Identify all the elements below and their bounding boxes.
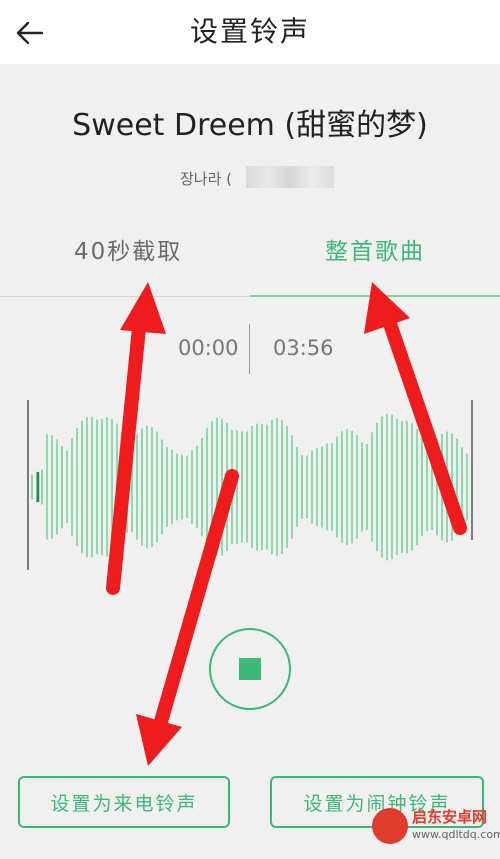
total-time: 03:56: [273, 336, 334, 360]
audio-waveform[interactable]: [0, 390, 500, 580]
stop-icon: [239, 658, 261, 680]
artist-blurred-name: [246, 166, 334, 188]
current-time: 00:00: [178, 336, 239, 360]
song-title: Sweet Dreem (甜蜜的梦): [72, 108, 428, 143]
tab-40s-clip[interactable]: 40秒截取: [74, 232, 182, 266]
playhead-line: [249, 324, 250, 374]
song-artist: 장나라 (: [180, 170, 233, 188]
watermark-url: www.qdltdq.com: [412, 828, 500, 841]
watermark-logo-icon: [372, 808, 408, 844]
set-call-ringtone-button[interactable]: 设置为来电铃声: [18, 776, 230, 828]
tab-active-indicator: [250, 295, 500, 297]
watermark: 启东安卓网 www.qdltdq.com: [370, 802, 500, 852]
stop-button[interactable]: [209, 628, 291, 710]
watermark-name: 启东安卓网: [412, 808, 488, 826]
header-bar: 设置铃声: [0, 0, 500, 64]
tab-full-song[interactable]: 整首歌曲: [325, 232, 425, 266]
page-title: 设置铃声: [189, 15, 310, 48]
